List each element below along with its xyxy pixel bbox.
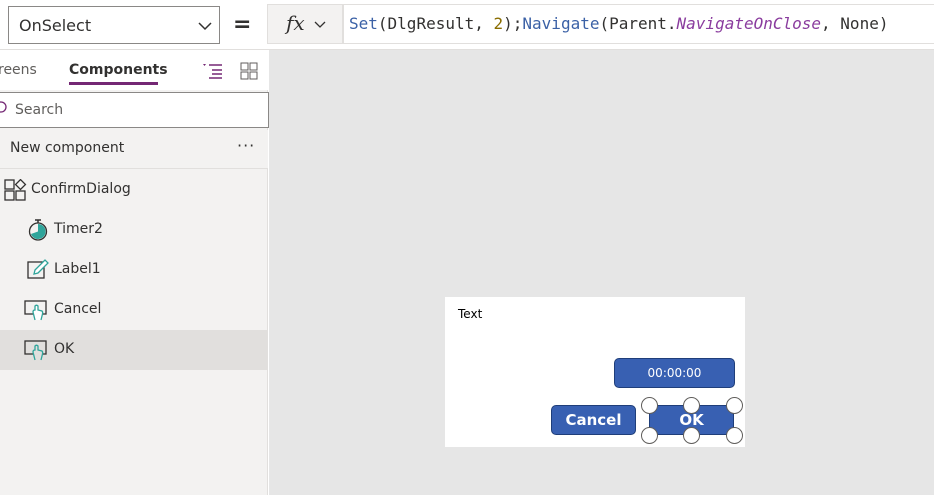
- formula-bar: OnSelect = fx Set(DlgResult, 2);Navigate…: [0, 0, 934, 50]
- formula-token: NavigateOnClose: [676, 14, 822, 33]
- component-icon: [4, 179, 27, 201]
- tree-node-timer2[interactable]: Timer2: [0, 210, 268, 250]
- resize-handle-top-left[interactable]: [641, 397, 658, 414]
- search-placeholder: Search: [15, 102, 64, 118]
- tree-node-label1[interactable]: Label1: [0, 250, 268, 290]
- chevron-down-icon: [198, 22, 212, 31]
- formula-token: (Parent.: [599, 14, 677, 33]
- tree-node-label: Cancel: [54, 301, 102, 317]
- resize-handle-top-right[interactable]: [726, 397, 743, 414]
- resize-handle-top[interactable]: [683, 397, 700, 414]
- formula-token: (DlgResult,: [377, 14, 494, 33]
- thumbnail-view-icon[interactable]: [240, 62, 258, 80]
- panel-tabs: reens Components: [0, 50, 268, 90]
- fx-button[interactable]: fx: [267, 4, 343, 44]
- tab-components[interactable]: Components: [69, 62, 168, 78]
- formula-token: Set: [349, 14, 378, 33]
- timer2-control[interactable]: 00:00:00: [614, 358, 735, 388]
- tree-node-label: OK: [54, 341, 75, 357]
- resize-handle-bottom[interactable]: [683, 427, 700, 444]
- formula-token: 2: [493, 14, 504, 33]
- tree-node-label: ConfirmDialog: [31, 181, 131, 197]
- tree-view-icon[interactable]: [200, 62, 224, 80]
- equals-sign: =: [233, 12, 252, 37]
- formula-token: , None): [821, 14, 889, 33]
- resize-handle-bottom-left[interactable]: [641, 427, 658, 444]
- formula-input[interactable]: Set(DlgResult, 2);Navigate(Parent.Naviga…: [343, 4, 934, 44]
- button-pointer-icon: [24, 300, 47, 321]
- chevron-down-icon: [314, 21, 326, 28]
- more-options-icon[interactable]: ···: [237, 136, 255, 155]
- label1-text[interactable]: Text: [458, 307, 482, 321]
- tab-screens[interactable]: reens: [0, 62, 37, 78]
- tree-node-cancel[interactable]: Cancel: [0, 290, 268, 330]
- formula-code: Set(DlgResult, 2);Navigate(Parent.Naviga…: [349, 14, 888, 33]
- tree-node-label: Timer2: [54, 221, 103, 237]
- search-icon: [0, 101, 7, 113]
- property-dropdown[interactable]: OnSelect: [8, 6, 220, 44]
- formula-token: );: [503, 14, 523, 33]
- tab-active-indicator: [69, 82, 158, 85]
- tree-node-ok[interactable]: OK: [0, 330, 268, 370]
- new-component-label: New component: [10, 140, 125, 156]
- tree-view-panel: reens Components Search New component ··…: [0, 50, 269, 495]
- cancel-button[interactable]: Cancel: [551, 405, 636, 435]
- label-edit-icon: [27, 259, 49, 279]
- search-input[interactable]: Search: [0, 92, 269, 128]
- confirm-dialog-component[interactable]: Text 00:00:00 Cancel OK: [445, 297, 745, 447]
- resize-handle-bottom-right[interactable]: [726, 427, 743, 444]
- property-value: OnSelect: [19, 16, 92, 35]
- fx-icon: fx: [286, 11, 305, 35]
- tree-node-label: Label1: [54, 261, 101, 277]
- timer-icon: [28, 219, 48, 241]
- button-pointer-icon: [24, 340, 47, 361]
- tree-node-confirmdialog[interactable]: ConfirmDialog: [0, 170, 268, 210]
- formula-token: Navigate: [522, 14, 600, 33]
- new-component-row[interactable]: New component ···: [0, 130, 268, 169]
- design-canvas[interactable]: Text 00:00:00 Cancel OK: [269, 50, 934, 495]
